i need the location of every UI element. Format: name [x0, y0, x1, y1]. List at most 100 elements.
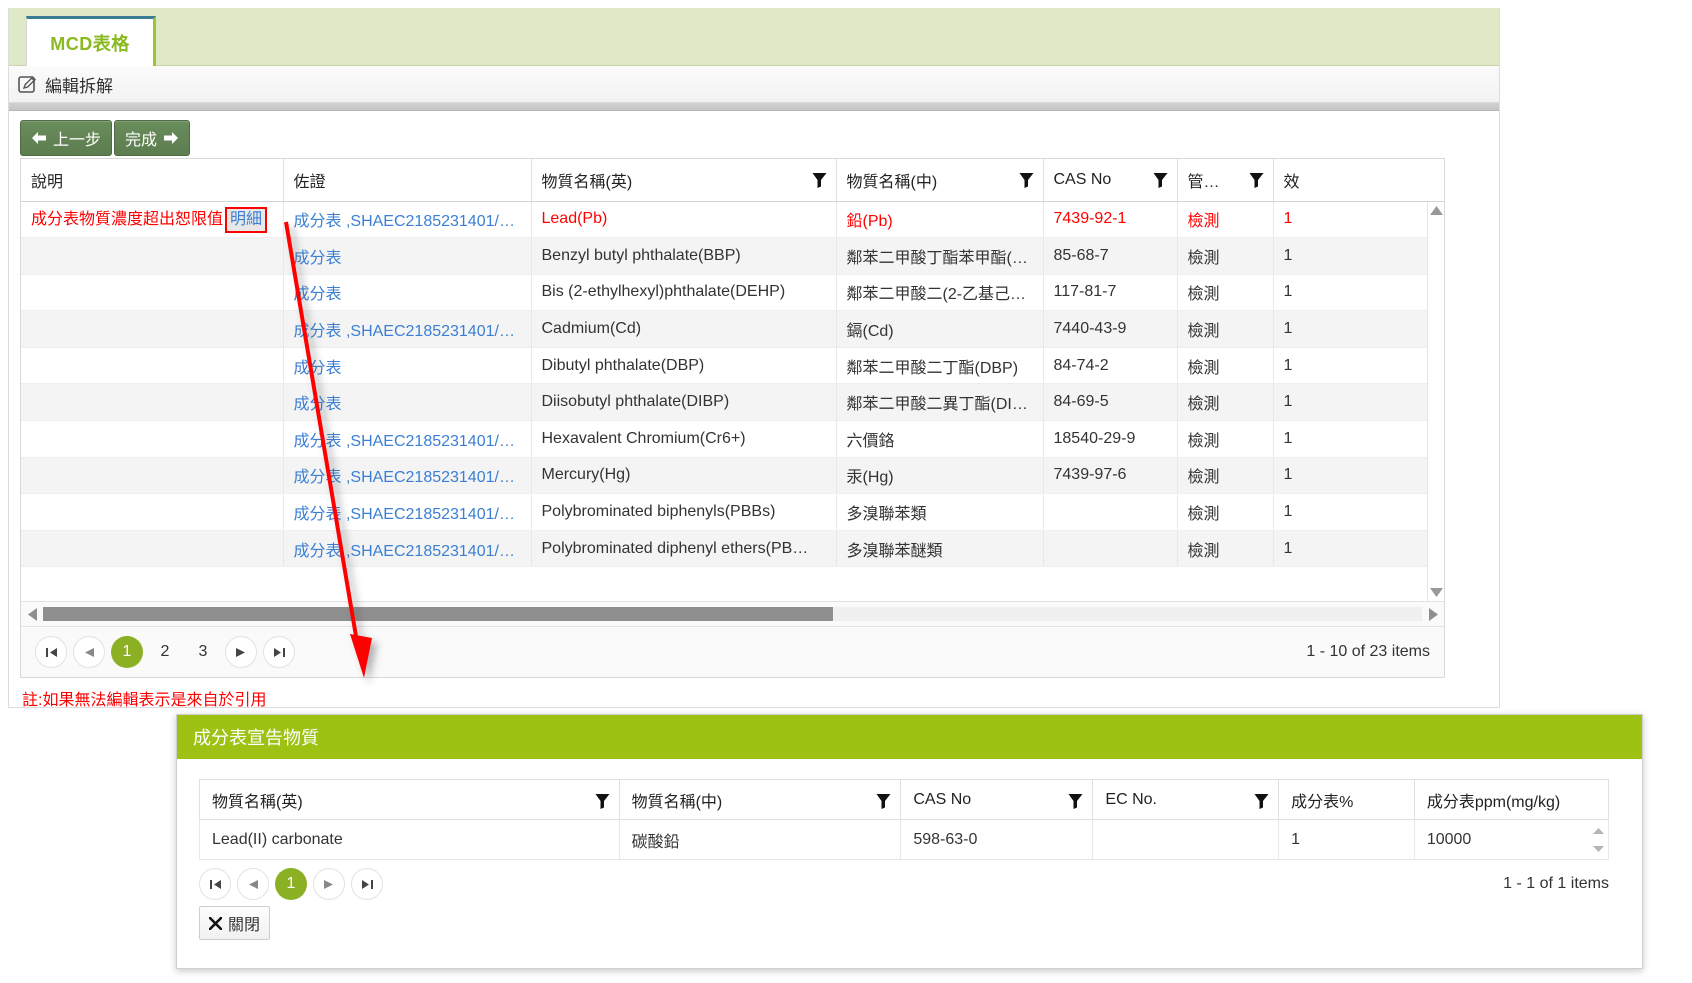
cell-name-en: Hexavalent Chromium(Cr6+)	[531, 420, 837, 458]
spinner-down-icon[interactable]	[1592, 846, 1604, 852]
table-row[interactable]: 成分表 ,SHAEC2185231401/… Mercury(Hg) 汞(Hg) 74…	[21, 457, 1444, 495]
mcol-cas-no[interactable]: CAS No	[900, 779, 1094, 820]
mcol-ppm[interactable]: 成分表ppm(mg/kg)	[1413, 779, 1610, 820]
col-evidence[interactable]: 佐證	[283, 159, 532, 202]
detail-link[interactable]: 明細	[225, 207, 268, 234]
evidence-link[interactable]: 成分表 ,SHAEC2185231401/…	[294, 543, 515, 560]
scroll-up-icon[interactable]	[1428, 202, 1444, 219]
pager-last-button[interactable]	[263, 636, 295, 668]
grid-vertical-scrollbar[interactable]	[1427, 202, 1444, 601]
hscroll-right-icon[interactable]	[1422, 607, 1444, 621]
filter-icon[interactable]	[1249, 172, 1264, 188]
cell-cas-no	[1043, 530, 1178, 568]
substance-grid: 說明 佐證 物質名稱(英) 物質名稱(中) CAS No 管… 效 成分表物質濃…	[21, 159, 1444, 568]
pager-info: 1 - 10 of 23 items	[1306, 643, 1430, 660]
evidence-link[interactable]: 成分表	[294, 286, 342, 303]
app-root: MCD表格 編輯拆解 上一步 完成 說明 佐證 物質名稱(英) 物質名稱(中) …	[0, 0, 1692, 983]
filter-icon[interactable]	[876, 793, 891, 809]
col-description[interactable]: 說明	[21, 159, 284, 202]
modal-pager-next-button[interactable]	[313, 868, 345, 900]
col-cas-no[interactable]: CAS No	[1043, 159, 1178, 202]
modal-close-button[interactable]: 關閉	[199, 906, 271, 940]
col-name-en[interactable]: 物質名稱(英)	[531, 159, 837, 202]
cell-cas-no: 85-68-7	[1043, 237, 1178, 275]
cell-description	[21, 530, 284, 568]
table-row[interactable]: 成分表物質濃度超出恕限值 明細 成分表 ,SHAEC2185231401/… Lead…	[21, 201, 1444, 239]
ppm-spinner[interactable]	[1590, 822, 1606, 858]
hscroll-left-icon[interactable]	[21, 607, 43, 621]
evidence-link[interactable]: 成分表 ,SHAEC2185231401/…	[294, 506, 515, 523]
modal-title: 成分表宣告物質	[193, 728, 319, 748]
pager-next-button[interactable]	[225, 636, 257, 668]
mcol-name-zh[interactable]: 物質名稱(中)	[618, 779, 902, 820]
done-button[interactable]: 完成	[114, 120, 191, 156]
mcol-name-en[interactable]: 物質名稱(英)	[199, 779, 620, 820]
cell-control: 檢測	[1177, 420, 1274, 458]
modal-pager-page-1[interactable]: 1	[275, 868, 307, 900]
pager-prev-button[interactable]	[73, 636, 105, 668]
cell-name-en: Benzyl butyl phthalate(BBP)	[531, 237, 837, 275]
filter-icon[interactable]	[1254, 793, 1269, 809]
cell-name-zh: 汞(Hg)	[836, 457, 1044, 495]
modal-pager: 1 1 - 1 of 1 items	[199, 860, 1609, 900]
table-row[interactable]: 成分表 ,SHAEC2185231401/… Polybrominated dip…	[21, 530, 1444, 568]
cell-extra: 1	[1273, 530, 1444, 568]
col-control[interactable]: 管…	[1177, 159, 1274, 202]
filter-icon[interactable]	[1153, 172, 1168, 188]
grid-body: 成分表物質濃度超出恕限值 明細 成分表 ,SHAEC2185231401/… Lead…	[21, 201, 1444, 568]
modal-pager-last-button[interactable]	[351, 868, 383, 900]
cell-extra: 1	[1273, 347, 1444, 385]
evidence-link[interactable]: 成分表 ,SHAEC2185231401/…	[294, 469, 515, 486]
modal-pager-first-button[interactable]	[199, 868, 231, 900]
pager-first-button[interactable]	[35, 636, 67, 668]
grid-header-row: 說明 佐證 物質名稱(英) 物質名稱(中) CAS No 管… 效	[21, 159, 1444, 202]
grid-footnote: 註:如果無法編輯表示是來自於引用	[22, 692, 267, 709]
scroll-down-icon[interactable]	[1428, 584, 1444, 601]
cell-evidence: 成分表 ,SHAEC2185231401/…	[283, 457, 532, 495]
pager-page-2[interactable]: 2	[149, 636, 181, 668]
filter-icon[interactable]	[1068, 793, 1083, 809]
grid-horizontal-scrollbar[interactable]	[21, 601, 1444, 627]
prev-step-button[interactable]: 上一步	[20, 120, 113, 156]
filter-icon[interactable]	[595, 793, 610, 809]
cell-description	[21, 274, 284, 312]
table-row[interactable]: 成分表 ,SHAEC2185231401/… Cadmium(Cd) 鎘(Cd) 74…	[21, 310, 1444, 348]
cell-control: 檢測	[1177, 383, 1274, 422]
filter-icon[interactable]	[1019, 172, 1034, 188]
cell-name-zh: 鄰苯二甲酸丁酯苯甲酯(…	[836, 237, 1044, 275]
cell-name-en: Lead(Pb)	[531, 201, 837, 239]
modal-pager-prev-button[interactable]	[237, 868, 269, 900]
table-row[interactable]: 成分表 Bis (2-ethylhexyl)phthalate(DEHP) 鄰苯二甲…	[21, 274, 1444, 312]
evidence-link[interactable]: 成分表 ,SHAEC2185231401/…	[294, 213, 515, 230]
col-extra[interactable]: 效	[1273, 159, 1444, 202]
evidence-link[interactable]: 成分表 ,SHAEC2185231401/…	[294, 433, 515, 450]
cell-name-zh: 鎘(Cd)	[836, 310, 1044, 348]
table-row[interactable]: 成分表 ,SHAEC2185231401/… Polybrominated bip…	[21, 493, 1444, 531]
mcol-percent[interactable]: 成分表%	[1278, 779, 1415, 820]
done-label: 完成	[125, 132, 158, 149]
mcell-name-zh: 碳酸鉛	[618, 819, 902, 860]
table-row[interactable]: 成分表 Diisobutyl phthalate(DIBP) 鄰苯二甲酸二異丁酯(D…	[21, 383, 1444, 422]
evidence-link[interactable]: 成分表	[294, 250, 342, 267]
pager-page-1[interactable]: 1	[111, 636, 143, 668]
table-row[interactable]: 成分表 ,SHAEC2185231401/… Hexavalent Chromiu…	[21, 420, 1444, 458]
spinner-up-icon[interactable]	[1592, 828, 1604, 834]
col-name-zh[interactable]: 物質名稱(中)	[836, 159, 1044, 202]
cell-name-en: Cadmium(Cd)	[531, 310, 837, 348]
evidence-link[interactable]: 成分表	[294, 396, 342, 413]
pager-page-3[interactable]: 3	[187, 636, 219, 668]
hscroll-thumb[interactable]	[43, 607, 833, 621]
table-row[interactable]: 成分表 Dibutyl phthalate(DBP) 鄰苯二甲酸二丁酯(DBP) 84…	[21, 347, 1444, 385]
mcol-cas-no-label: CAS No	[913, 790, 972, 808]
section-title: 編輯拆解	[45, 76, 113, 96]
cell-name-en: Polybrominated diphenyl ethers(PB…	[531, 530, 837, 568]
evidence-link[interactable]: 成分表	[294, 360, 342, 377]
substance-grid-viewport: 說明 佐證 物質名稱(英) 物質名稱(中) CAS No 管… 效 成分表物質濃…	[21, 159, 1444, 601]
hscroll-track[interactable]	[43, 607, 1422, 621]
mcol-ec-no[interactable]: EC No.	[1092, 779, 1280, 820]
filter-icon[interactable]	[812, 172, 827, 188]
table-row[interactable]: 成分表 Benzyl butyl phthalate(BBP) 鄰苯二甲酸丁酯苯甲酯…	[21, 237, 1444, 275]
table-row[interactable]: Lead(II) carbonate 碳酸鉛 598-63-0 1 10000	[199, 819, 1610, 860]
tab-mcd-table[interactable]: MCD表格	[26, 16, 156, 66]
evidence-link[interactable]: 成分表 ,SHAEC2185231401/…	[294, 323, 515, 340]
